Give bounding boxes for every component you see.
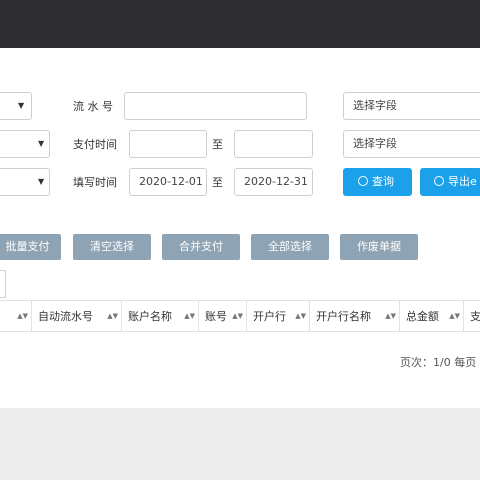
main-panel: ▼ ▼ ▼ 流 水 号 支付时间 至 填写时间 2020-12-01 至 202… bbox=[0, 48, 480, 408]
top-navigation-bar bbox=[0, 0, 480, 48]
query-button-label: 查询 bbox=[372, 175, 394, 188]
fill-time-to-label: 至 bbox=[212, 176, 223, 189]
sort-icon: ▲▼ bbox=[449, 312, 460, 320]
column-header-bank-name[interactable]: 开户行名称 ▲▼ bbox=[310, 301, 400, 332]
fill-time-start-input[interactable]: 2020-12-01 bbox=[129, 168, 207, 196]
caret-down-icon: ▼ bbox=[38, 177, 45, 186]
column-header-total-amount[interactable]: 总金额 ▲▼ bbox=[400, 301, 464, 332]
void-document-button[interactable]: 作废单据 bbox=[340, 234, 418, 260]
page-footer-area bbox=[0, 408, 480, 480]
caret-down-icon: ▼ bbox=[18, 101, 25, 110]
field-select-2[interactable]: 选择字段 bbox=[343, 130, 480, 158]
merge-pay-button[interactable]: 合并支付 bbox=[162, 234, 240, 260]
fill-time-end-input[interactable]: 2020-12-31 bbox=[234, 168, 313, 196]
column-header-payment[interactable]: 支 bbox=[464, 301, 480, 332]
sort-icon: ▲▼ bbox=[385, 312, 396, 320]
search-icon bbox=[434, 176, 444, 186]
field-select-1[interactable]: 选择字段 bbox=[343, 92, 480, 120]
pay-time-start-input[interactable] bbox=[129, 130, 207, 158]
export-button[interactable]: 导出e bbox=[420, 168, 480, 196]
sort-icon: ▲▼ bbox=[107, 312, 118, 320]
filter-select-3[interactable]: ▼ bbox=[0, 168, 50, 196]
column-header-bank[interactable]: 开户行 ▲▼ bbox=[247, 301, 310, 332]
filter-select-2[interactable]: ▼ bbox=[0, 130, 50, 158]
fill-time-label: 填写时间 bbox=[73, 176, 117, 189]
column-header-checkbox[interactable]: ▲▼ bbox=[0, 301, 32, 332]
sort-icon: ▲▼ bbox=[295, 312, 306, 320]
column-header-account-name[interactable]: 账户名称 ▲▼ bbox=[122, 301, 199, 332]
serial-number-input[interactable] bbox=[124, 92, 307, 120]
clear-selection-button[interactable]: 清空选择 bbox=[73, 234, 151, 260]
pay-time-label: 支付时间 bbox=[73, 138, 117, 151]
batch-pay-button[interactable]: 批量支付 bbox=[0, 234, 61, 260]
export-button-label: 导出e bbox=[448, 175, 477, 188]
sort-icon: ▲▼ bbox=[17, 312, 28, 320]
pager-info: 页次：1/0 每页 bbox=[400, 356, 477, 369]
table-header: ▲▼ 自动流水号 ▲▼ 账户名称 ▲▼ 账号 ▲▼ 开户行 ▲▼ 开户行名称 ▲▼ 总金额… bbox=[0, 300, 480, 332]
query-button[interactable]: 查询 bbox=[343, 168, 412, 196]
sort-icon: ▲▼ bbox=[184, 312, 195, 320]
sort-icon: ▲▼ bbox=[232, 312, 243, 320]
caret-down-icon: ▼ bbox=[38, 139, 45, 148]
pay-time-end-input[interactable] bbox=[234, 130, 313, 158]
column-header-account-no[interactable]: 账号 ▲▼ bbox=[199, 301, 247, 332]
filter-select-1[interactable]: ▼ bbox=[0, 92, 32, 120]
serial-number-label: 流 水 号 bbox=[73, 100, 113, 113]
column-header-serial[interactable]: 自动流水号 ▲▼ bbox=[32, 301, 122, 332]
pay-time-to-label: 至 bbox=[212, 138, 223, 151]
search-icon bbox=[358, 176, 368, 186]
select-all-button[interactable]: 全部选择 bbox=[251, 234, 329, 260]
page-size-select[interactable] bbox=[0, 270, 6, 298]
